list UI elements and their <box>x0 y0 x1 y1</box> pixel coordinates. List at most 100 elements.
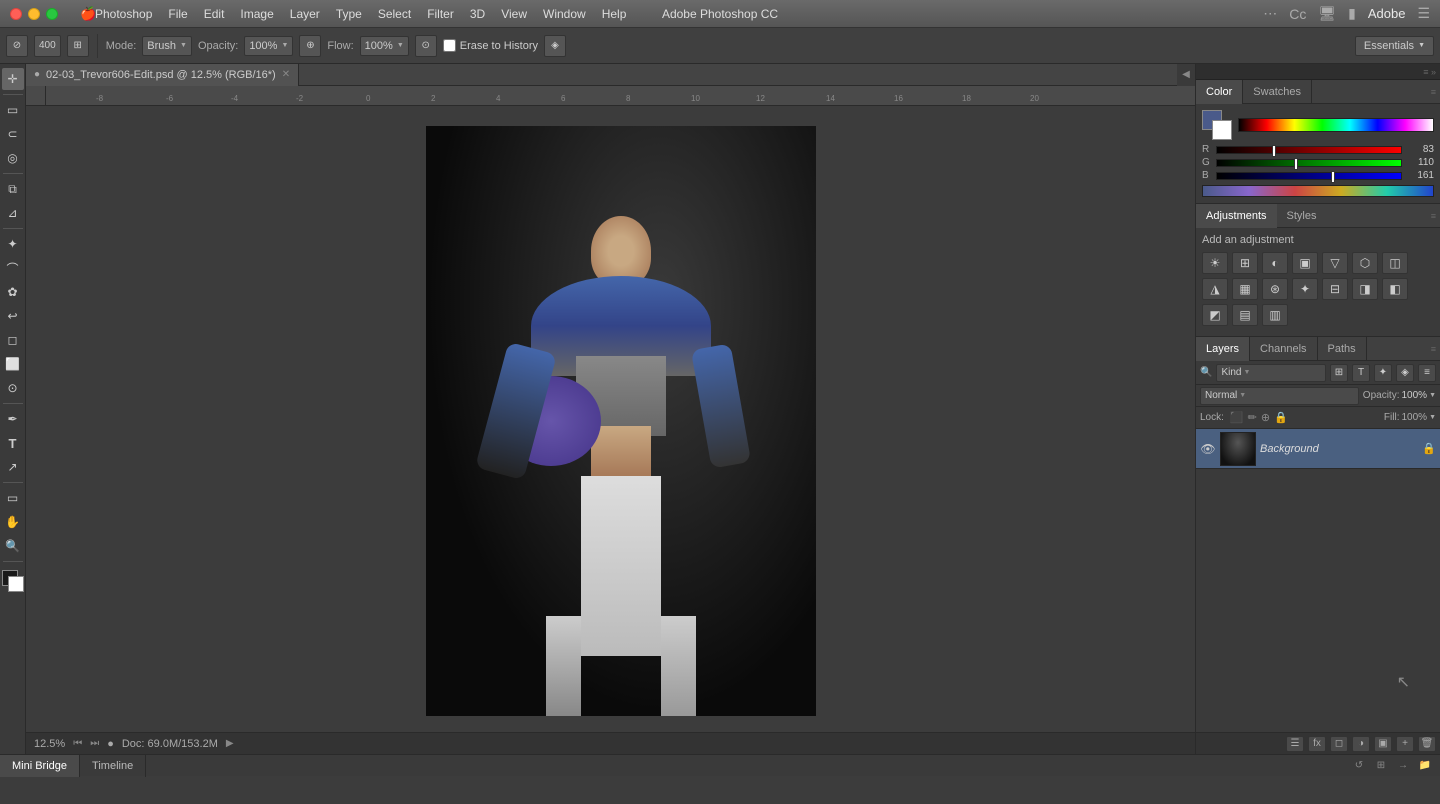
fill-value[interactable]: 100% <box>1401 412 1427 423</box>
layer-background[interactable]: 👁 Background 🔒 <box>1196 429 1440 469</box>
adj-extra-btn[interactable]: ▥ <box>1262 304 1288 326</box>
tab-layers[interactable]: Layers <box>1196 337 1250 361</box>
layer-opt-4[interactable]: ◈ <box>1396 364 1414 382</box>
document-tab[interactable]: ● 02-03_Trevor606-Edit.psd @ 12.5% (RGB/… <box>26 64 299 86</box>
layer-new-btn[interactable]: + <box>1396 736 1414 752</box>
menu-window[interactable]: Window <box>543 7 586 21</box>
tab-timeline[interactable]: Timeline <box>80 755 146 777</box>
lasso-tool[interactable]: ⊂ <box>2 123 24 145</box>
zoom-tool[interactable]: 🔍 <box>2 535 24 557</box>
brush-tool[interactable]: ⌒ <box>2 257 24 279</box>
menu-help[interactable]: Help <box>602 7 627 21</box>
panel-toggle-btn[interactable]: ◀ <box>1177 64 1195 86</box>
quick-select-tool[interactable]: ◎ <box>2 147 24 169</box>
menu-filter[interactable]: Filter <box>427 7 454 21</box>
lock-move-btn[interactable]: ⊕ <box>1261 411 1270 424</box>
b-slider[interactable] <box>1216 172 1402 180</box>
adj-vibrance-btn[interactable]: ▽ <box>1322 252 1348 274</box>
bottom-folder-btn[interactable]: 📁 <box>1416 757 1434 775</box>
menu-photoshop[interactable]: Photoshop <box>95 7 152 21</box>
adj-posterize-btn[interactable]: ◨ <box>1352 278 1378 300</box>
menu-layer[interactable]: Layer <box>290 7 320 21</box>
adj-color-lookup-btn[interactable]: ✦ <box>1292 278 1318 300</box>
tab-paths[interactable]: Paths <box>1318 337 1367 361</box>
crop-tool[interactable]: ⧉ <box>2 178 24 200</box>
nav-left-btn[interactable]: ⏮ <box>73 738 82 749</box>
panel-menu-btn[interactable]: ≡ » <box>1423 67 1436 77</box>
brush-size-input[interactable]: 400 <box>34 35 61 57</box>
opacity-btn[interactable]: ⊕ <box>299 35 321 57</box>
path-select-tool[interactable]: ↗ <box>2 456 24 478</box>
adj-hsl-btn[interactable]: ⬡ <box>1352 252 1378 274</box>
erase-history-check[interactable]: Erase to History <box>443 39 538 52</box>
adj-bw-btn[interactable]: ◮ <box>1202 278 1228 300</box>
r-slider[interactable] <box>1216 146 1402 154</box>
adj-photofilter-btn[interactable]: ▦ <box>1232 278 1258 300</box>
menu-view[interactable]: View <box>501 7 527 21</box>
healing-brush-tool[interactable]: ✦ <box>2 233 24 255</box>
g-slider[interactable] <box>1216 159 1402 167</box>
clone-stamp-tool[interactable]: ✿ <box>2 281 24 303</box>
menu-select[interactable]: Select <box>378 7 411 21</box>
bottom-refresh-btn[interactable]: ↺ <box>1350 757 1368 775</box>
layer-opt-5[interactable]: ≡ <box>1418 364 1436 382</box>
menu-type[interactable]: Type <box>336 7 362 21</box>
type-tool[interactable]: T <box>2 432 24 454</box>
dodge-tool[interactable]: ⊙ <box>2 377 24 399</box>
tab-color[interactable]: Color <box>1196 80 1243 104</box>
color-spectrum[interactable] <box>1238 118 1434 132</box>
opacity-dropdown[interactable]: 100% <box>244 36 293 56</box>
lock-pixels-btn[interactable]: ⬛ <box>1230 411 1244 424</box>
bottom-view-btn[interactable]: ⊞ <box>1372 757 1390 775</box>
adj-gradientmap-btn[interactable]: ◩ <box>1202 304 1228 326</box>
tab-swatches[interactable]: Swatches <box>1243 80 1312 104</box>
essentials-dropdown[interactable]: Essentials <box>1355 36 1434 56</box>
adj-levels-btn[interactable]: ⊞ <box>1232 252 1258 274</box>
opacity-value[interactable]: 100% <box>1401 390 1427 401</box>
minimize-button[interactable] <box>28 8 40 20</box>
eraser-tool[interactable]: ◻ <box>2 329 24 351</box>
menu-file[interactable]: File <box>168 7 187 21</box>
layer-adj-btn[interactable]: ◑ <box>1352 736 1370 752</box>
brush-tool-btn[interactable]: ⊘ <box>6 35 28 57</box>
close-tab-btn[interactable]: ✕ <box>282 69 290 80</box>
bottom-share-btn[interactable]: → <box>1394 757 1412 775</box>
adj-colorbal-btn[interactable]: ◫ <box>1382 252 1408 274</box>
erase-history-checkbox[interactable] <box>443 39 456 52</box>
r-thumb[interactable] <box>1272 145 1276 157</box>
color-gradient-bar[interactable] <box>1202 185 1434 197</box>
doc-info-arrow[interactable]: ▶ <box>226 738 234 749</box>
layer-mask-btn[interactable]: ◻ <box>1330 736 1348 752</box>
layer-opt-1[interactable]: ⊞ <box>1330 364 1348 382</box>
color-panel-menu[interactable]: ≡ <box>1431 87 1440 97</box>
layer-visibility-btn[interactable]: 👁 <box>1200 441 1216 457</box>
background-color[interactable] <box>8 576 24 592</box>
gradient-tool[interactable]: ⬜ <box>2 353 24 375</box>
adj-threshold-btn[interactable]: ◧ <box>1382 278 1408 300</box>
close-button[interactable] <box>10 8 22 20</box>
pen-tool[interactable]: ✒ <box>2 408 24 430</box>
lock-all-btn[interactable]: 🔒 <box>1274 411 1288 424</box>
layer-group-btn[interactable]: ▣ <box>1374 736 1392 752</box>
layer-opt-2[interactable]: T <box>1352 364 1370 382</box>
adj-invert-btn[interactable]: ⊟ <box>1322 278 1348 300</box>
flow-dropdown[interactable]: 100% <box>360 36 409 56</box>
layer-filter-btn[interactable]: ☰ <box>1286 736 1304 752</box>
layers-panel-menu[interactable]: ≡ <box>1431 344 1440 354</box>
menu-3d[interactable]: 3D <box>470 7 485 21</box>
menu-edit[interactable]: Edit <box>204 7 225 21</box>
tab-channels[interactable]: Channels <box>1250 337 1317 361</box>
eyedropper-tool[interactable]: ⊿ <box>2 202 24 224</box>
blend-mode-dropdown[interactable]: Normal <box>1200 387 1359 405</box>
layer-fx-btn[interactable]: fx <box>1308 736 1326 752</box>
mode-dropdown[interactable]: Brush <box>142 36 192 56</box>
tab-adjustments[interactable]: Adjustments <box>1196 204 1277 228</box>
rect-select-tool[interactable]: ▭ <box>2 99 24 121</box>
tab-mini-bridge[interactable]: Mini Bridge <box>0 755 80 777</box>
lock-position-btn[interactable]: ✏ <box>1248 411 1257 424</box>
adj-selectcolor-btn[interactable]: ▤ <box>1232 304 1258 326</box>
airbrush-btn[interactable]: ⊙ <box>415 35 437 57</box>
tab-styles[interactable]: Styles <box>1277 204 1327 228</box>
adj-panel-menu[interactable]: ≡ <box>1431 211 1440 221</box>
g-thumb[interactable] <box>1294 158 1298 170</box>
